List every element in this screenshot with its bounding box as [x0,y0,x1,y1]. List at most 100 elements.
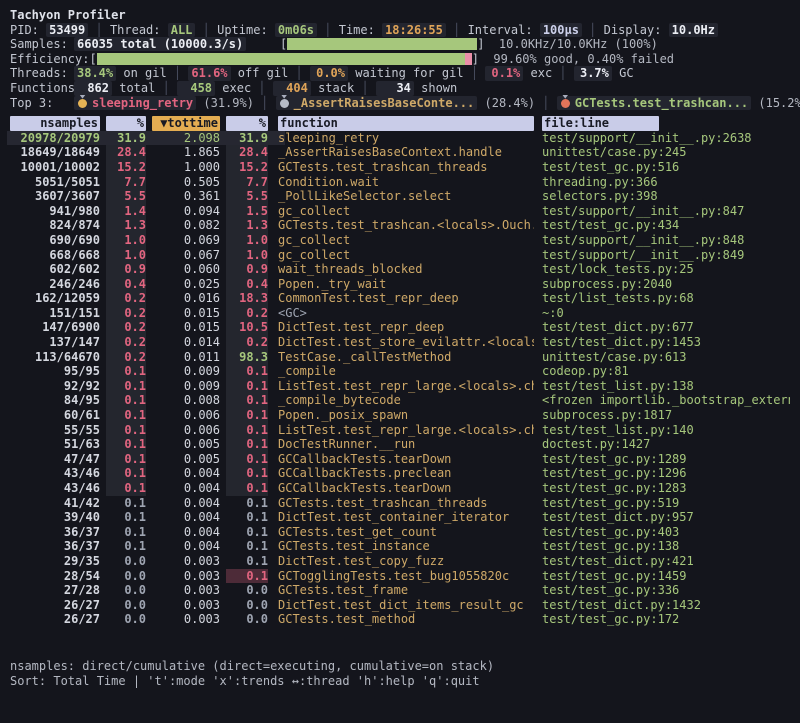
column-header-tottime-sorted[interactable]: ▼tottime [152,116,220,131]
nsamples-cell: 95/95 [10,364,100,379]
column-header-cumulative-pct[interactable]: % [226,116,268,131]
tottime-cell: 0.011 [152,350,220,365]
fileline-cell: test/test_gc.py:1296 [542,466,790,481]
function-cell: CommonTest.test_repr_deep [278,291,534,306]
fileline-cell: test/support/__init__.py:849 [542,248,790,263]
thread-stat-label: GC [612,66,634,80]
bracket-open: [ [89,52,96,66]
samples-rate: 10.0KHz/10.0KHz (100%) [484,37,657,51]
thread-label: Thread: [110,23,168,37]
separator: │ [155,81,177,95]
tottime-cell: 0.094 [152,204,220,219]
table-row[interactable]: 29/350.00.0030.1DictTest.test_copy_fuzzt… [10,554,790,569]
top3-item[interactable]: sleeping_retry [74,96,196,110]
function-cell: DocTestRunner.__run [278,437,534,452]
table-row[interactable]: 18649/1864928.41.86528.4_AssertRaisesBas… [10,145,790,160]
table-row[interactable]: 147/69000.20.01510.5DictTest.test_repr_d… [10,320,790,335]
fileline-cell: test/test_list.py:138 [542,379,790,394]
functions-label: Functions: [10,81,74,96]
silver-medal-icon [280,99,289,108]
cumulative-pct-cell: 0.1 [226,364,268,379]
table-row[interactable]: 51/630.10.0050.1DocTestRunner.__rundocte… [10,437,790,452]
direct-pct-cell: 0.2 [106,291,146,306]
table-row[interactable]: 60/610.10.0060.1Popen._posix_spawnsubpro… [10,408,790,423]
table-row[interactable]: 26/270.00.0030.0GCTests.test_methodtest/… [10,612,790,627]
table-row[interactable]: 84/950.10.0080.1_compile_bytecode<frozen… [10,393,790,408]
efficiency-line: Efficiency:[] 99.60% good, 0.40% failed [10,52,790,67]
column-header-fileline[interactable]: file:line [542,116,659,131]
cumulative-pct-cell: 0.1 [226,423,268,438]
table-row[interactable]: 28/540.00.0030.1GCTogglingTests.test_bug… [10,569,790,584]
function-cell: gc_collect [278,233,534,248]
nsamples-cell: 5051/5051 [10,175,100,190]
table-row[interactable]: 10001/1000215.21.00015.2GCTests.test_tra… [10,160,790,175]
nsamples-cell: 151/151 [10,306,100,321]
bracket-close: ] [472,52,479,66]
tottime-cell: 0.004 [152,481,220,496]
table-row[interactable]: 26/270.00.0030.0DictTest.test_dict_items… [10,598,790,613]
table-row[interactable]: 3607/36075.50.3615.5_PollLikeSelector.se… [10,189,790,204]
separator: │ [254,96,276,110]
function-cell: GCTests.test_instance [278,539,534,554]
table-row[interactable]: 668/6681.00.0671.0gc_collecttest/support… [10,248,790,263]
table-row[interactable]: 43/460.10.0040.1GCCallbackTests.preclean… [10,466,790,481]
function-cell: GCTests.test_trashcan.<locals>.Ouch.... [278,218,534,233]
app-title: Tachyon Profiler [10,8,790,23]
table-row[interactable]: 36/370.10.0040.1GCTests.test_instancetes… [10,539,790,554]
cumulative-pct-cell: 31.9 [226,131,268,146]
table-row[interactable]: 5051/50517.70.5057.7Condition.waitthread… [10,175,790,190]
tottime-cell: 0.505 [152,175,220,190]
samples-bar [287,38,477,50]
table-row[interactable]: 95/950.10.0090.1_compilecodeop.py:81 [10,364,790,379]
samples-total: 66035 total (10000.3/s) [74,37,246,51]
table-row[interactable]: 690/6901.00.0691.0gc_collecttest/support… [10,233,790,248]
table-row[interactable]: 20978/2097931.92.09831.9sleeping_retryte… [10,131,790,146]
table-row[interactable]: 36/370.10.0040.1GCTests.test_get_countte… [10,525,790,540]
nsamples-cell: 60/61 [10,408,100,423]
tottime-cell: 0.003 [152,612,220,627]
efficiency-result: 99.60% good, 0.40% failed [479,52,674,66]
top3-items: sleeping_retry (31.9%) │ _AssertRaisesBa… [74,96,800,110]
function-cell: GCTests.test_frame [278,583,534,598]
thread-value[interactable]: ALL [168,23,196,37]
column-header-nsamples[interactable]: nsamples [10,116,100,131]
column-header-function[interactable]: function [278,116,534,131]
top3-item[interactable]: _AssertRaisesBaseConte... [276,96,478,110]
top3-item[interactable]: GCTests.test_trashcan... [557,96,751,110]
table-row[interactable]: 246/2460.40.0250.4Popen._try_waitsubproc… [10,277,790,292]
cumulative-pct-cell: 0.1 [226,452,268,467]
separator: │ [446,23,468,37]
function-cell: GCCallbackTests.tearDown [278,452,534,467]
table-row[interactable]: 602/6020.90.0600.9wait_threads_blockedte… [10,262,790,277]
function-cell: GCTests.test_get_count [278,525,534,540]
fileline-cell: subprocess.py:2040 [542,277,790,292]
function-cell: _compile_bytecode [278,393,534,408]
samples-bar-fill [287,38,477,50]
table-row[interactable]: 43/460.10.0040.1GCCallbackTests.tearDown… [10,481,790,496]
fileline-cell: ~:0 [542,306,790,321]
nsamples-cell: 137/147 [10,335,100,350]
table-row[interactable]: 113/646700.20.01198.3TestCase._callTestM… [10,350,790,365]
efficiency-bar-good [97,53,465,65]
table-row[interactable]: 41/420.10.0040.1GCTests.test_trashcan_th… [10,496,790,511]
tottime-cell: 0.067 [152,248,220,263]
nsamples-cell: 602/602 [10,262,100,277]
separator: │ [535,96,557,110]
cumulative-pct-cell: 0.1 [226,510,268,525]
table-row[interactable]: 824/8741.30.0821.3GCTests.test_trashcan.… [10,218,790,233]
direct-pct-cell: 0.2 [106,350,146,365]
table-row[interactable]: 162/120590.20.01618.3CommonTest.test_rep… [10,291,790,306]
table-row[interactable]: 151/1510.20.0150.2<GC>~:0 [10,306,790,321]
table-row[interactable]: 92/920.10.0090.1ListTest.test_repr_large… [10,379,790,394]
column-header-direct-pct[interactable]: % [106,116,146,131]
table-row[interactable]: 27/280.00.0030.0GCTests.test_frametest/t… [10,583,790,598]
nsamples-cell: 36/37 [10,525,100,540]
direct-pct-cell: 0.2 [106,306,146,321]
table-row[interactable]: 137/1470.20.0140.2DictTest.test_store_ev… [10,335,790,350]
table-row[interactable]: 55/550.10.0060.1ListTest.test_repr_large… [10,423,790,438]
table-row[interactable]: 941/9801.40.0941.5gc_collecttest/support… [10,204,790,219]
top3-percent: (28.4%) [477,96,535,110]
table-row[interactable]: 47/470.10.0050.1GCCallbackTests.tearDown… [10,452,790,467]
tottime-cell: 0.006 [152,408,220,423]
table-row[interactable]: 39/400.10.0040.1DictTest.test_container_… [10,510,790,525]
